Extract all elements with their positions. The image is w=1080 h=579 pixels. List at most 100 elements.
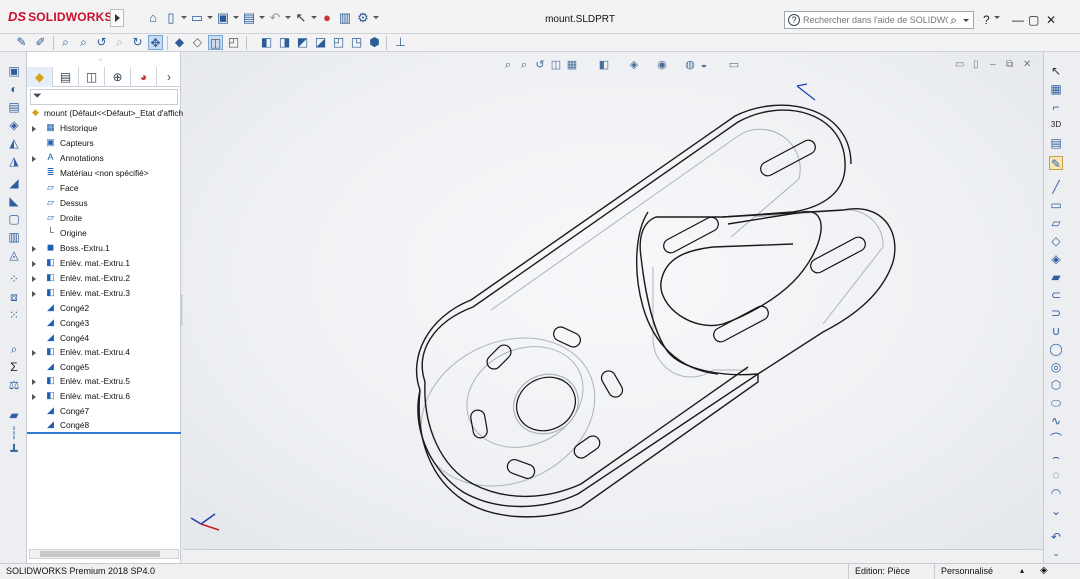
tab-configuration-manager[interactable]: ◫ — [79, 67, 105, 87]
fillet-sketch-icon[interactable]: ◠ — [1049, 486, 1063, 500]
line-icon[interactable]: ╱ — [1049, 180, 1063, 194]
expand-arrow-icon[interactable] — [32, 126, 36, 132]
tree-item-conge-8[interactable]: ◢ Congé8 — [27, 418, 181, 432]
print-icon[interactable]: ▤ — [242, 11, 256, 25]
extruded-cut-icon[interactable]: ◭ — [7, 136, 21, 150]
tree-root-part[interactable]: ◆ mount (Défaut<<Défaut>_Etat d'afficha — [27, 106, 188, 120]
tree-item-cut-extru-1[interactable]: ◧ Enlèv. mat.-Extru.1 — [27, 256, 181, 270]
scrollbar-thumb[interactable] — [40, 551, 160, 557]
tree-item-conge-4[interactable]: ◢ Congé4 — [27, 331, 181, 345]
select-icon[interactable]: ↖ — [1049, 64, 1063, 78]
measure-icon[interactable]: ⌕ — [7, 342, 21, 356]
chevron-down-icon[interactable] — [233, 16, 239, 19]
chevron-down-icon[interactable] — [181, 16, 187, 19]
swept-boss-icon[interactable]: ▤ — [7, 100, 21, 114]
chevron-down-icon[interactable] — [259, 16, 265, 19]
previous-view-icon[interactable]: ↺ — [94, 35, 109, 50]
graphics-area[interactable]: ⌕ ⌕ ↺ ◫ ▦ ◧ ◈ ◉ ◍ ◒ ▭ ▭ ▯ – ⧉ ✕ — [183, 52, 1043, 549]
front-view-icon[interactable]: ◧ — [259, 35, 274, 50]
tab-dimxpert-manager[interactable]: ⊕ — [105, 67, 131, 87]
left-view-icon[interactable]: ◩ — [295, 35, 310, 50]
zoom-to-fit-icon[interactable]: ⌕ — [58, 35, 73, 50]
panel-grip-icon[interactable]: ◦ — [99, 55, 102, 64]
chevron-down-icon[interactable] — [994, 16, 1000, 19]
reference-plane-icon[interactable]: ▰ — [7, 408, 21, 422]
sketch-icon[interactable]: ⌐ — [1049, 100, 1063, 114]
tree-item-annotations[interactable]: A Annotations — [27, 151, 181, 165]
arc-slot-icon[interactable]: ∪ — [1049, 324, 1063, 338]
revolved-cut-icon[interactable]: ◮ — [7, 154, 21, 168]
tree-horizontal-scrollbar[interactable] — [29, 549, 179, 559]
tab-display-manager[interactable]: ◕ — [131, 67, 157, 87]
pan-icon[interactable]: ✥ — [148, 35, 163, 50]
minimize-button[interactable]: — — [1012, 13, 1024, 27]
expand-arrow-icon[interactable] — [32, 350, 36, 356]
help-search-box[interactable]: ? ⌕ — [784, 11, 974, 29]
chevron-down-icon[interactable] — [311, 16, 317, 19]
chevron-down-icon[interactable]: ⌄ — [1049, 546, 1063, 560]
mass-properties-icon[interactable]: Σ — [7, 360, 21, 374]
shaded-icon[interactable]: ◆ — [172, 35, 187, 50]
isometric-view-icon[interactable]: ⬢ — [367, 35, 382, 50]
parallelogram-icon[interactable]: ▱ — [1049, 216, 1063, 230]
design-library-icon[interactable]: ▤ — [1049, 136, 1063, 150]
chevron-down-icon[interactable] — [963, 19, 969, 22]
expand-arrow-icon[interactable] — [32, 291, 36, 297]
rotate-view-icon[interactable]: ↻ — [130, 35, 145, 50]
3d-sketch-icon[interactable]: 3D — [1049, 118, 1063, 132]
tree-item-conge-5[interactable]: ◢ Congé5 — [27, 360, 181, 374]
tree-item-cut-extru-5[interactable]: ◧ Enlèv. mat.-Extru.5 — [27, 374, 181, 388]
rebuild-status-icon[interactable]: ◈ — [1040, 564, 1048, 578]
draft-icon[interactable]: ◬ — [7, 248, 21, 262]
revolved-boss-icon[interactable]: ◐ — [7, 82, 21, 96]
tree-item-boss-extru-1[interactable]: ◼ Boss.-Extru.1 — [27, 241, 181, 255]
diamond-icon[interactable]: ◈ — [1049, 252, 1063, 266]
axis-icon[interactable]: ┆ — [7, 426, 21, 440]
extruded-boss-icon[interactable]: ▣ — [7, 64, 21, 78]
circular-pattern-icon[interactable]: ⁙ — [7, 308, 21, 322]
tabs-scroll-right[interactable]: › — [157, 67, 181, 87]
expand-arrow-icon[interactable] — [32, 276, 36, 282]
perimeter-circle-icon[interactable]: ◎ — [1049, 360, 1063, 374]
more-tools-icon[interactable]: ⌄ — [1049, 504, 1063, 518]
rollback-bar[interactable] — [27, 432, 181, 434]
chevron-up-icon[interactable]: ▴ — [1020, 564, 1024, 578]
expand-arrow-icon[interactable] — [32, 156, 36, 162]
tree-item-conge-2[interactable]: ◢ Congé2 — [27, 301, 181, 315]
section-view-icon[interactable]: ⚖ — [7, 378, 21, 392]
maximize-button[interactable]: ▢ — [1028, 13, 1039, 27]
tab-property-manager[interactable]: ▤ — [53, 67, 79, 87]
rebuild-icon[interactable]: ● — [320, 11, 334, 25]
straight-slot-icon[interactable]: ⊃ — [1049, 306, 1063, 320]
zoom-in-out-icon[interactable]: ⌕ — [112, 35, 127, 50]
top-view-icon[interactable]: ◰ — [331, 35, 346, 50]
tree-item-historique[interactable]: ▦ Historique — [27, 121, 181, 135]
sketch-tool-icon[interactable]: ✎ — [14, 35, 29, 50]
three-point-arc-icon[interactable]: ◌ — [1049, 468, 1063, 482]
coordinate-system-icon[interactable]: ┻ — [7, 444, 21, 458]
tangent-arc-icon[interactable]: ⌢ — [1049, 450, 1063, 464]
spline-icon[interactable]: ∿ — [1049, 414, 1063, 428]
tree-filter[interactable]: ⏷ — [30, 89, 178, 105]
tree-item-face[interactable]: ▱ Face — [27, 181, 181, 195]
polygon-icon[interactable]: ◇ — [1049, 234, 1063, 248]
tree-item-materiau[interactable]: ≣ Matériau <non spécifié> — [27, 166, 181, 180]
ellipse-icon[interactable]: ⬭ — [1049, 396, 1063, 410]
shell-icon[interactable]: ▢ — [7, 212, 21, 226]
save-icon[interactable]: ▣ — [216, 11, 230, 25]
tree-item-droite[interactable]: ▱ Droite — [27, 211, 181, 225]
chevron-down-icon[interactable] — [285, 16, 291, 19]
collapse-pane-icon[interactable]: ↶ — [1049, 530, 1063, 544]
tree-item-cut-extru-3[interactable]: ◧ Enlèv. mat.-Extru.3 — [27, 286, 181, 300]
lofted-boss-icon[interactable]: ◈ — [7, 118, 21, 132]
smart-dimension-icon[interactable]: ✐ — [33, 35, 48, 50]
help-search-input[interactable] — [803, 13, 948, 27]
expand-arrow-icon[interactable] — [32, 261, 36, 267]
close-button[interactable]: ✕ — [1046, 13, 1056, 27]
unit-system-box[interactable]: Personnalisé — [934, 564, 1014, 579]
help-menu-button[interactable]: ? — [983, 13, 990, 27]
slot-icon[interactable]: ⊂ — [1049, 288, 1063, 302]
expand-arrow-icon[interactable] — [32, 394, 36, 400]
tree-item-dessus[interactable]: ▱ Dessus — [27, 196, 181, 210]
tree-item-conge-7[interactable]: ◢ Congé7 — [27, 404, 181, 418]
